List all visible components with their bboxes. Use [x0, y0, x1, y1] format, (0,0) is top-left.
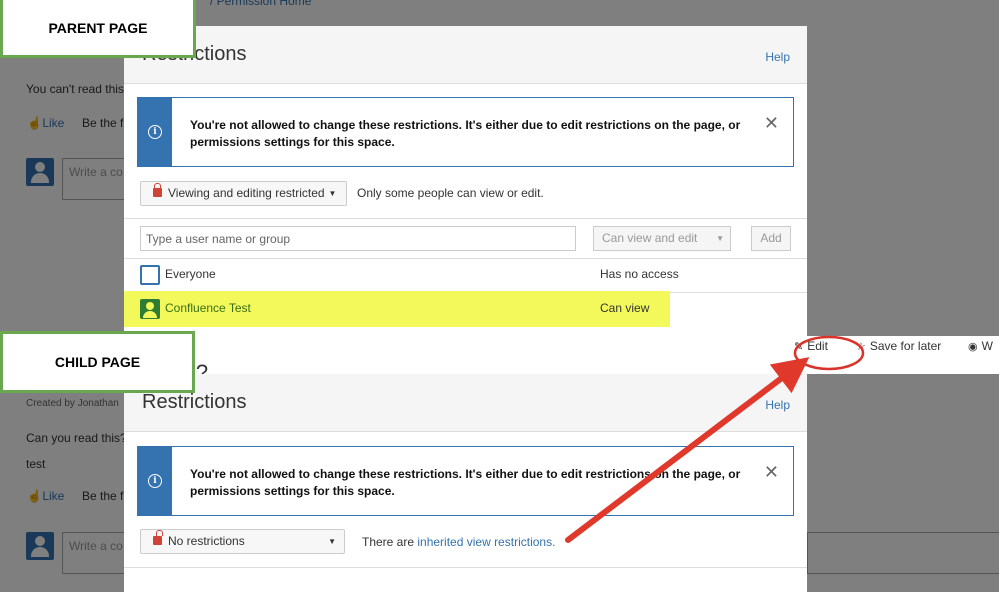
chevron-down-icon: ▼ [328, 537, 336, 546]
user-icon [140, 299, 160, 319]
info-message: i You're not allowed to change these res… [137, 446, 794, 516]
close-icon[interactable]: ✕ [764, 463, 779, 481]
close-icon[interactable]: ✕ [764, 114, 779, 132]
save-for-later-button[interactable]: ☆ Save for later [856, 339, 941, 353]
child-page-label: CHILD PAGE [0, 331, 195, 393]
child-page-label-text: CHILD PAGE [54, 354, 141, 370]
star-icon: ☆ [856, 341, 866, 353]
group-icon [140, 265, 160, 285]
info-message-text: You're not allowed to change these restr… [190, 118, 741, 149]
edit-button[interactable]: ✎ Edit [794, 339, 828, 353]
entry-name: Everyone [165, 267, 216, 281]
info-icon: i [148, 474, 162, 488]
watch-label: W [981, 339, 993, 353]
chevron-down-icon: ▼ [716, 234, 724, 243]
inherited-restrictions-link[interactable]: inherited view restrictions. [417, 535, 555, 549]
restriction-description: There are inherited view restrictions. [362, 535, 555, 549]
parent-page-label: PARENT PAGE [0, 0, 196, 58]
restrictions-dialog: Restrictions Help i You're not allowed t… [124, 26, 807, 336]
restriction-description: Only some people can view or edit. [357, 186, 544, 200]
unlock-icon [153, 530, 163, 545]
restriction-dropdown[interactable]: Viewing and editing restricted ▼ [140, 181, 348, 206]
save-for-later-label: Save for later [869, 339, 942, 353]
permission-select[interactable]: Can view and edit ▼ [593, 226, 731, 251]
dialog-header: Restrictions Help [124, 26, 807, 84]
watch-button[interactable]: ◉ W [968, 339, 993, 353]
divider [124, 567, 807, 568]
pencil-icon: ✎ [794, 341, 804, 353]
dialog-title: Restrictions [142, 391, 247, 413]
info-icon: i [148, 125, 162, 139]
entry-permission: Has no access [600, 267, 679, 281]
info-stripe: i [138, 447, 172, 515]
help-link[interactable]: Help [765, 398, 790, 412]
eye-icon: ◉ [968, 341, 978, 353]
restriction-description-prefix: There are [362, 535, 418, 549]
entry-permission: Can view [600, 301, 650, 315]
chevron-down-icon: ▼ [328, 189, 337, 199]
divider [124, 218, 807, 219]
parent-page-label-text: PARENT PAGE [48, 19, 148, 36]
info-message-text: You're not allowed to change these restr… [190, 467, 741, 498]
help-link[interactable]: Help [765, 50, 790, 64]
entry-name[interactable]: Confluence Test [165, 301, 251, 315]
table-row: Confluence Test Can view [124, 292, 807, 326]
restriction-dropdown-label: Viewing and editing restricted [168, 186, 325, 200]
restriction-dropdown[interactable]: No restrictions ▼ [140, 529, 345, 554]
permission-select-label: Can view and edit [602, 231, 698, 245]
lock-icon [153, 183, 162, 197]
info-message: i You're not allowed to change these res… [137, 97, 794, 167]
page-actions-bar: ✎ Edit ☆ Save for later ◉ W [760, 336, 999, 356]
user-search-input[interactable] [140, 226, 576, 251]
table-row: Everyone Has no access [124, 258, 807, 292]
restriction-dropdown-label: No restrictions [168, 534, 245, 548]
restrictions-dialog: Restrictions Help i You're not allowed t… [124, 374, 807, 592]
edit-label: Edit [807, 339, 828, 353]
dialog-header: Restrictions Help [124, 374, 807, 432]
info-stripe: i [138, 98, 172, 166]
add-button[interactable]: Add [751, 226, 791, 251]
